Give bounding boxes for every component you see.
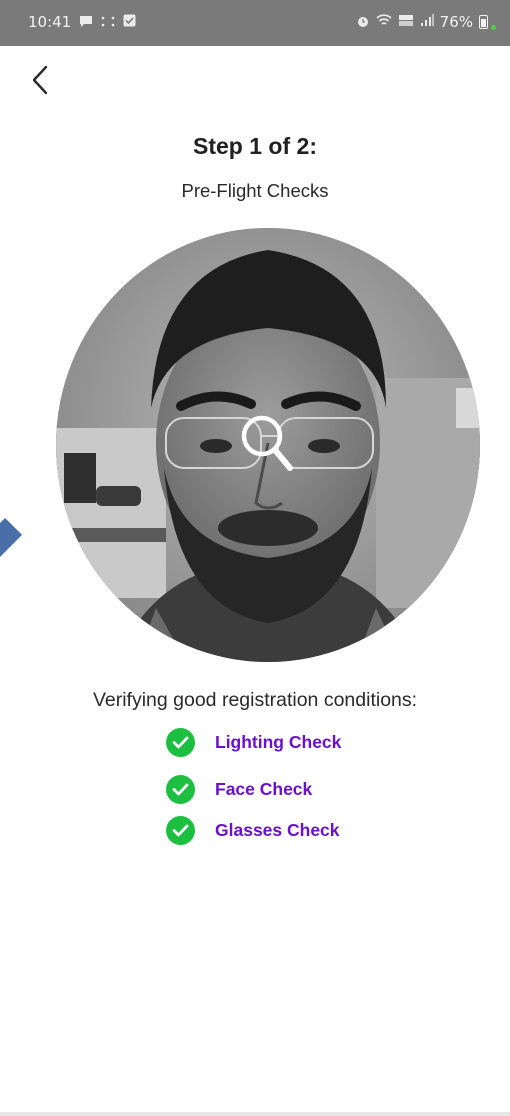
check-circle-icon: [166, 815, 195, 845]
status-bar: 10:41 76%: [0, 0, 510, 46]
side-arrow-icon: [0, 517, 23, 567]
check-circle-icon: [166, 727, 195, 757]
check-item-lighting: Lighting Check: [166, 724, 341, 760]
status-left: 10:41: [28, 13, 136, 31]
battery-percent: 76%: [439, 13, 473, 31]
check-item-glasses: Glasses Check: [166, 812, 341, 848]
dots-icon: [101, 15, 115, 30]
status-right: 76%: [356, 13, 496, 31]
chevron-left-icon: [32, 65, 48, 95]
status-time: 10:41: [28, 13, 72, 31]
charging-dot: [491, 24, 496, 30]
back-button[interactable]: [22, 62, 58, 98]
chat-icon: [79, 15, 93, 30]
check-label: Lighting Check: [215, 731, 342, 752]
checkbox-icon: [123, 14, 136, 30]
volte-icon: [398, 14, 414, 30]
bottom-edge: [0, 1112, 510, 1116]
check-circle-icon: [166, 774, 195, 804]
verifying-text: Verifying good registration conditions:: [92, 689, 418, 711]
battery-icon: [479, 15, 488, 29]
face-image: [56, 228, 480, 662]
signal-icon: [420, 14, 434, 30]
wifi-icon: [376, 14, 392, 30]
alarm-icon: [356, 14, 370, 31]
check-list: Lighting Check Face Check Glasses Check: [166, 724, 341, 859]
camera-preview: [56, 228, 480, 662]
page-subtitle: Pre-Flight Checks: [181, 180, 329, 201]
check-item-face: Face Check: [166, 771, 341, 807]
check-label: Glasses Check: [215, 819, 340, 840]
check-label: Face Check: [215, 778, 313, 799]
page-title: Step 1 of 2:: [193, 133, 317, 159]
